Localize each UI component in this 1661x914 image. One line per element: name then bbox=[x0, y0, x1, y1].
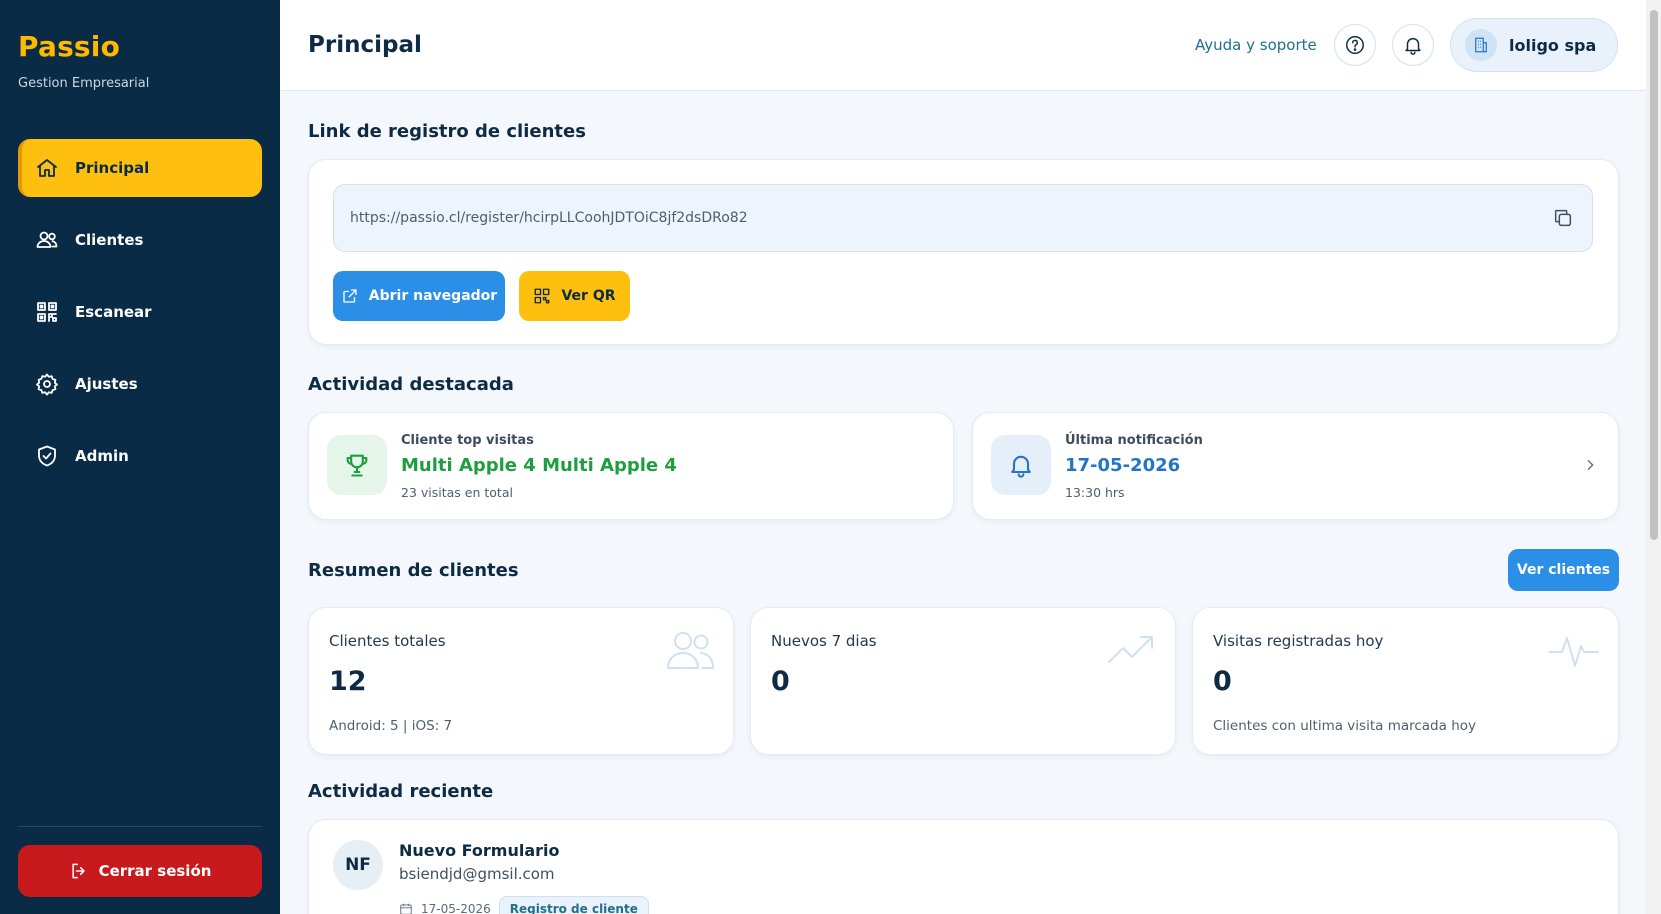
bell-icon bbox=[1405, 37, 1421, 55]
page-scrollbar[interactable] bbox=[1646, 0, 1661, 914]
stat-card-new-7-days: Nuevos 7 dias 0 bbox=[750, 607, 1176, 755]
logout-label: Cerrar sesión bbox=[98, 862, 212, 880]
sidebar-item-escanear[interactable]: Escanear bbox=[18, 283, 262, 341]
notifications-button[interactable] bbox=[1392, 24, 1434, 66]
chevron-right-icon bbox=[1582, 457, 1598, 473]
page-title: Principal bbox=[308, 32, 422, 58]
external-link-icon bbox=[343, 289, 357, 303]
view-qr-label: Ver QR bbox=[561, 288, 616, 304]
view-clients-button[interactable]: Ver clientes bbox=[1508, 549, 1619, 591]
stat-sub: Clientes con ultima visita marcada hoy bbox=[1213, 718, 1476, 734]
sidebar-nav: Principal Clientes Escanear Ajustes Admi… bbox=[18, 139, 262, 499]
stat-label: Nuevos 7 dias bbox=[771, 632, 877, 650]
sidebar-item-admin[interactable]: Admin bbox=[18, 427, 262, 485]
sidebar-item-label: Admin bbox=[75, 447, 129, 465]
users-icon bbox=[35, 228, 59, 252]
calendar-icon bbox=[400, 903, 412, 914]
last-notification-time: 13:30 hrs bbox=[1065, 485, 1125, 500]
registration-section-title: Link de registro de clientes bbox=[308, 121, 586, 142]
trending-up-icon bbox=[1105, 628, 1159, 672]
sidebar-item-ajustes[interactable]: Ajustes bbox=[18, 355, 262, 413]
pulse-icon bbox=[1548, 628, 1602, 672]
top-bar: Principal Ayuda y soporte loligo spa bbox=[280, 0, 1646, 91]
scrollbar-thumb[interactable] bbox=[1650, 10, 1658, 540]
sidebar-item-label: Ajustes bbox=[75, 375, 138, 393]
stat-card-total-clients: Clientes totales 12 Android: 5 | iOS: 7 bbox=[308, 607, 734, 755]
last-notification-date: 17-05-2026 bbox=[1065, 455, 1181, 476]
stat-label: Clientes totales bbox=[329, 632, 446, 650]
top-client-label: Cliente top visitas bbox=[401, 433, 534, 448]
logout-icon bbox=[71, 863, 85, 879]
qr-scan-icon bbox=[35, 300, 59, 324]
open-browser-label: Abrir navegador bbox=[368, 288, 498, 304]
sidebar-item-label: Clientes bbox=[75, 231, 144, 249]
brand-subtitle: Gestion Empresarial bbox=[18, 76, 150, 91]
building-icon bbox=[1465, 29, 1497, 61]
sidebar-item-principal[interactable]: Principal bbox=[18, 139, 262, 197]
sidebar-item-label: Escanear bbox=[75, 303, 152, 321]
home-icon bbox=[35, 156, 59, 180]
recent-section-title: Actividad reciente bbox=[308, 781, 494, 802]
brand-logo: Passio bbox=[18, 30, 121, 63]
sidebar-divider bbox=[18, 826, 262, 827]
top-client-visits: 23 visitas en total bbox=[401, 485, 513, 500]
registration-link-field[interactable]: https://passio.cl/register/hcirpLLCoohJD… bbox=[333, 184, 1593, 252]
recent-item-email: bsiendjd@gmsil.com bbox=[399, 865, 555, 883]
open-browser-button[interactable]: Abrir navegador bbox=[333, 271, 505, 321]
stat-value: 0 bbox=[771, 666, 790, 697]
logout-button[interactable]: Cerrar sesión bbox=[18, 845, 262, 897]
copy-icon[interactable] bbox=[1552, 207, 1574, 229]
status-badge: Registro de cliente bbox=[498, 896, 649, 914]
users-icon bbox=[663, 628, 717, 672]
activity-section-title: Actividad destacada bbox=[308, 374, 514, 395]
recent-item-date: 17-05-2026 bbox=[421, 902, 491, 914]
stat-card-visits-today: Visitas registradas hoy 0 Clientes con u… bbox=[1192, 607, 1619, 755]
sidebar-item-label: Principal bbox=[75, 159, 150, 177]
gear-icon bbox=[35, 372, 59, 396]
avatar: NF bbox=[333, 840, 383, 890]
help-button[interactable] bbox=[1334, 24, 1376, 66]
last-notification-card[interactable]: Última notificación 17-05-2026 13:30 hrs bbox=[972, 412, 1619, 520]
view-qr-button[interactable]: Ver QR bbox=[519, 271, 630, 321]
top-client-card: Cliente top visitas Multi Apple 4 Multi … bbox=[308, 412, 954, 520]
registration-card: https://passio.cl/register/hcirpLLCoohJD… bbox=[308, 159, 1619, 345]
question-icon bbox=[1346, 36, 1364, 54]
recent-activity-card: NF Nuevo Formulario bsiendjd@gmsil.com 1… bbox=[308, 819, 1619, 914]
bell-icon bbox=[991, 435, 1051, 495]
stat-label: Visitas registradas hoy bbox=[1213, 632, 1384, 650]
company-menu[interactable]: loligo spa bbox=[1450, 18, 1618, 72]
summary-section-title: Resumen de clientes bbox=[308, 560, 519, 581]
last-notification-label: Última notificación bbox=[1065, 433, 1203, 448]
qr-icon bbox=[535, 288, 550, 304]
shield-icon bbox=[35, 444, 59, 468]
sidebar-item-clientes[interactable]: Clientes bbox=[18, 211, 262, 269]
stat-value: 0 bbox=[1213, 666, 1232, 697]
sidebar: Passio Gestion Empresarial Principal Cli… bbox=[0, 0, 280, 914]
recent-item-name: Nuevo Formulario bbox=[399, 841, 560, 860]
trophy-icon bbox=[327, 435, 387, 495]
help-support-link[interactable]: Ayuda y soporte bbox=[1195, 36, 1317, 54]
recent-item-meta: 17-05-2026 Registro de cliente bbox=[399, 896, 649, 914]
registration-url: https://passio.cl/register/hcirpLLCoohJD… bbox=[350, 210, 748, 226]
top-client-name: Multi Apple 4 Multi Apple 4 bbox=[401, 455, 677, 476]
stat-sub: Android: 5 | iOS: 7 bbox=[329, 718, 453, 734]
stat-value: 12 bbox=[329, 666, 367, 697]
company-name: loligo spa bbox=[1509, 35, 1597, 55]
